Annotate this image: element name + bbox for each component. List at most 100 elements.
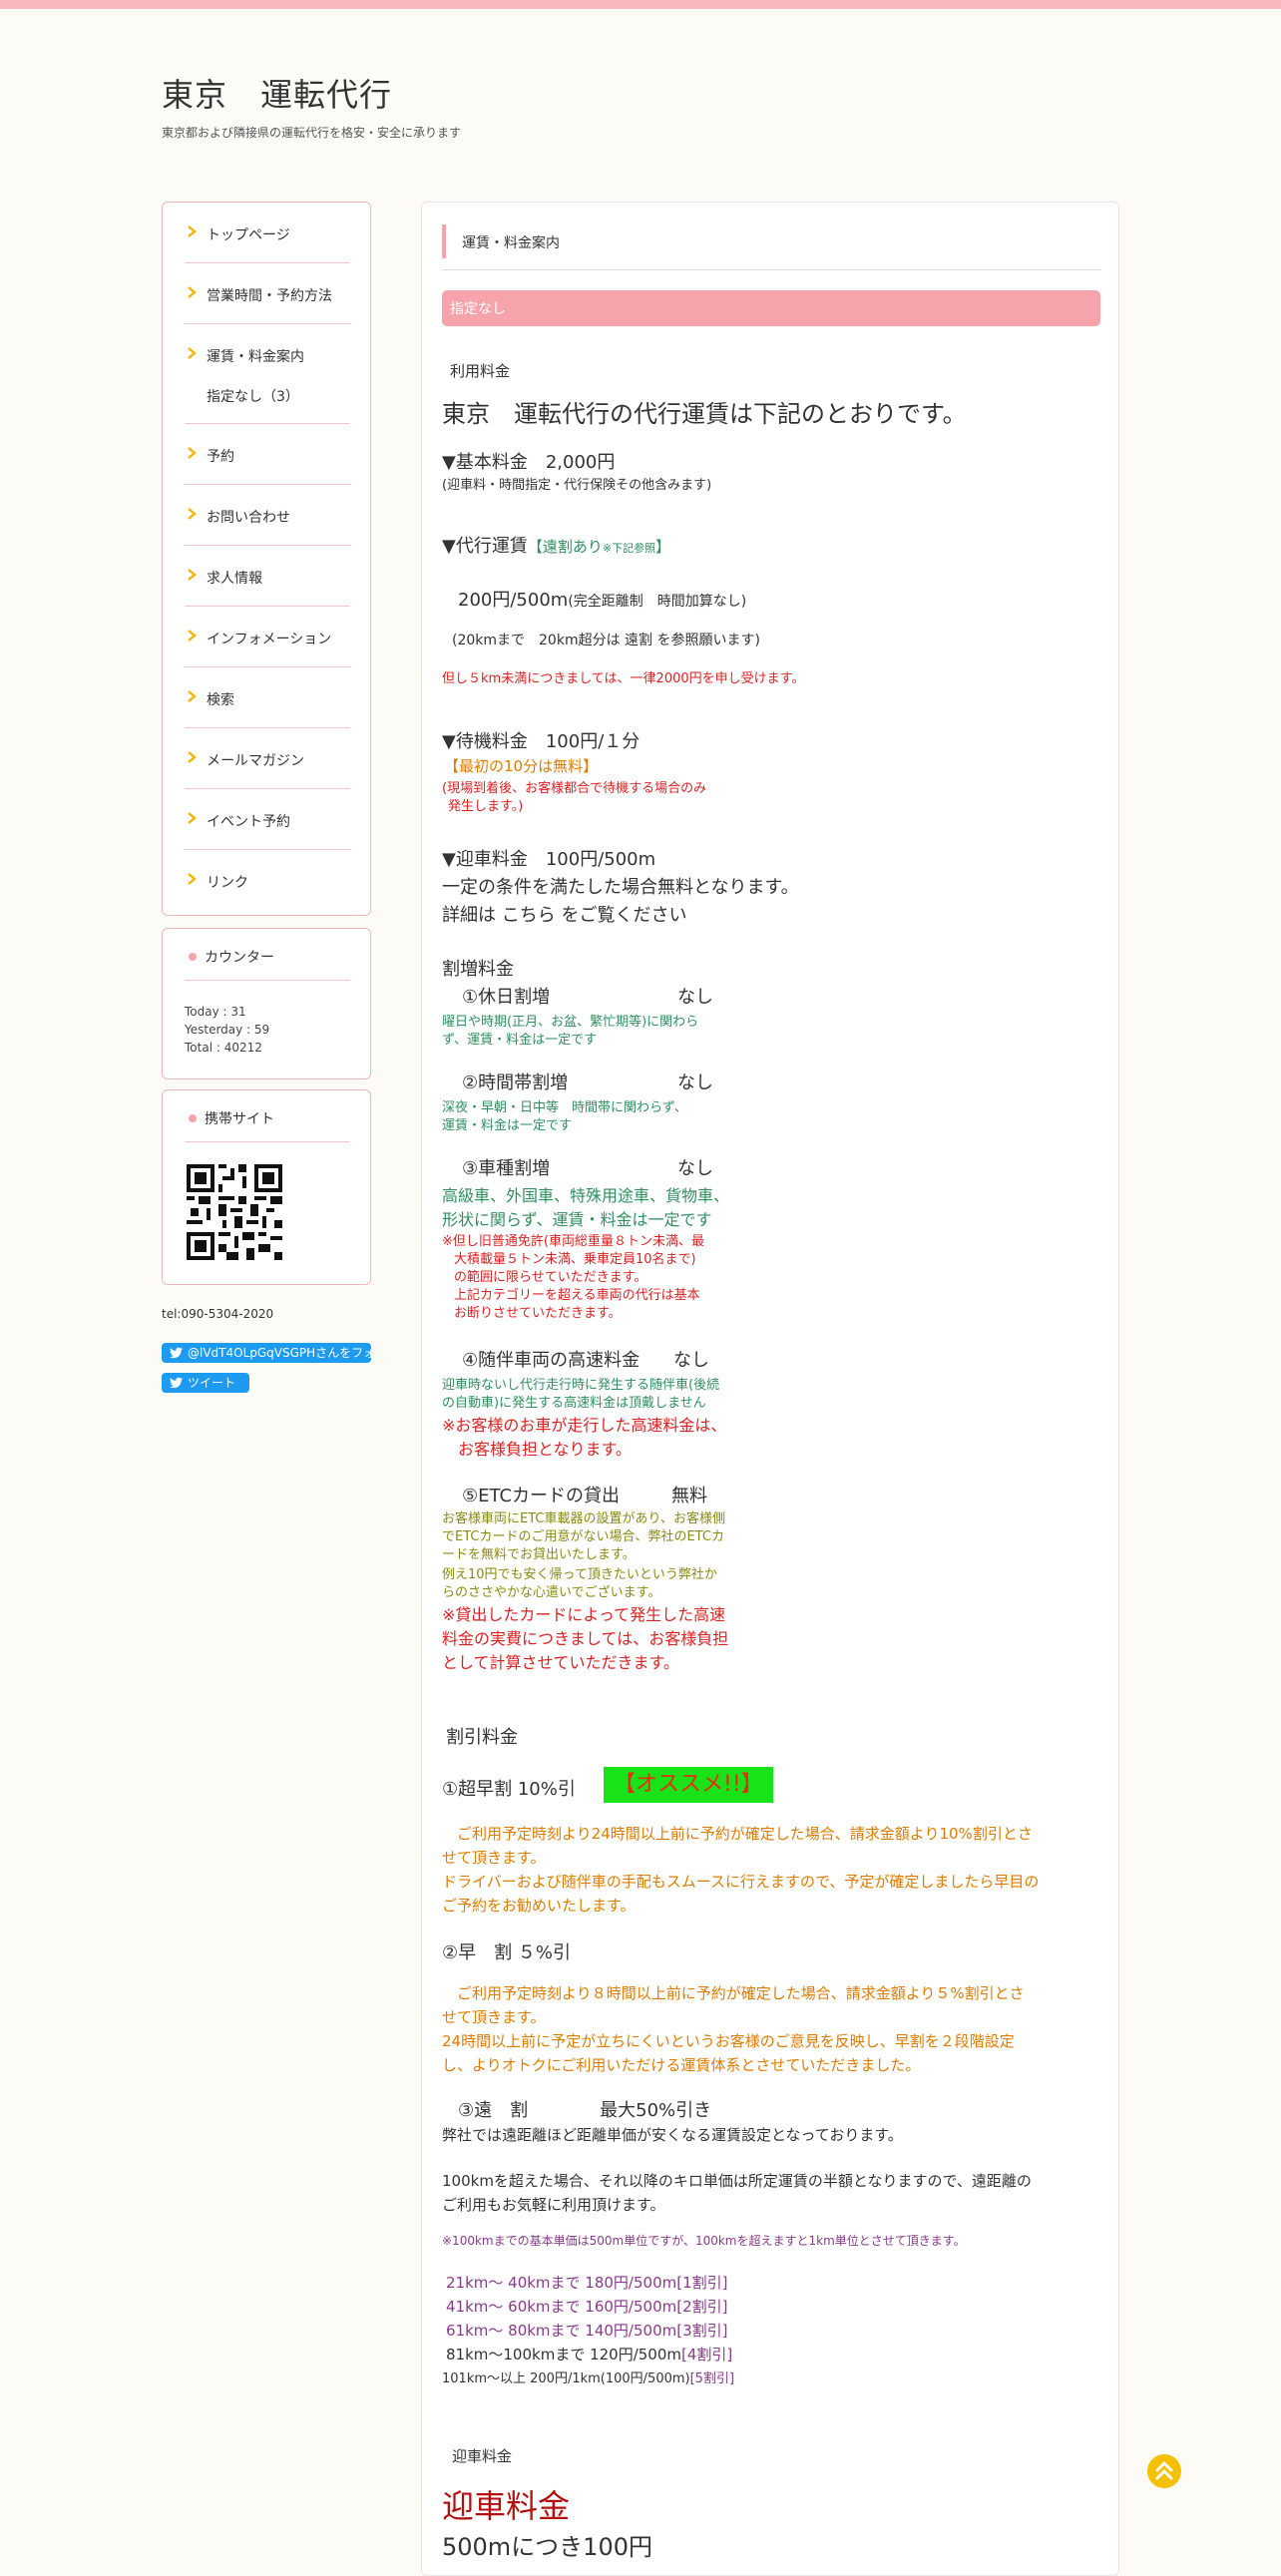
- wait-note-2: 発生します。): [448, 799, 524, 814]
- discount-2-text-1: ご利用予定時刻より８時間以上前に予約が確定した場合、請求金額より５%割引とさ: [442, 1984, 1025, 2002]
- pickup-big-heading: 迎車料金: [442, 2487, 571, 2525]
- surcharge-title: 割増料金: [442, 959, 514, 980]
- surcharge-5-note-2: でETCカードのご用意がない場合、弊社のETCカ: [442, 1529, 724, 1544]
- surcharge-4-note-2: の自動車)に発生する高速料金は頂戴しません: [442, 1396, 706, 1411]
- counter-title-text: カウンター: [205, 950, 274, 966]
- pickup-rate: 500mにつき100円: [442, 2533, 652, 2561]
- pickup-detail-link[interactable]: 詳細は こちら をご覧ください: [442, 901, 686, 927]
- discount-3-note: ※100kmまでの基本単価は500m単位ですが、100kmを超えますと1km単位…: [442, 2234, 966, 2248]
- discount-1-text-1: ご利用予定時刻より24時間以上前に予約が確定した場合、請求金額より10%割引とさ: [442, 1825, 1033, 1843]
- nav-item-search[interactable]: 検索: [185, 667, 350, 728]
- twitter-bird-icon: [170, 1377, 183, 1389]
- nav-item-links[interactable]: リンク: [185, 850, 350, 911]
- mobile-site-title-text: 携帯サイト: [205, 1111, 274, 1127]
- counter-today: Today : 31: [185, 1005, 246, 1019]
- surcharge-1-value: なし: [677, 987, 713, 1008]
- surcharge-3-title: ③車種割増: [462, 1158, 551, 1179]
- agency-fee-line: ▼代行運賃【遠割あり※下記参照】: [442, 532, 670, 558]
- tweet-button[interactable]: ツイート: [162, 1373, 249, 1393]
- chevron-right-icon: [188, 569, 197, 581]
- discount-2-text-4: し、よりオトクにご利用いただける運賃体系とさせていただきました。: [442, 2056, 921, 2074]
- category-bar: 指定なし: [442, 290, 1100, 326]
- site-title[interactable]: 東京 運転代行: [162, 70, 392, 116]
- chevron-right-icon: [188, 508, 197, 520]
- surcharge-2-note-2: 運賃・料金は一定です: [442, 1118, 573, 1133]
- surcharge-3-warn-3: の範囲に限らせていただきます。: [454, 1270, 647, 1285]
- nav-item-event[interactable]: イベント予約: [185, 789, 350, 850]
- tier-row-5-range: 101km～以上 200円/1km(100円/500m): [442, 2371, 690, 2386]
- nav-item-reserve[interactable]: 予約: [185, 424, 350, 485]
- tier-row-5: 101km～以上 200円/1km(100円/500m)[5割引]: [442, 2367, 734, 2386]
- nav-item-label: メールマガジン: [207, 753, 304, 769]
- contact-tel[interactable]: tel:090-5304-2020: [162, 1307, 273, 1321]
- nav-item-label: イベント予約: [207, 814, 290, 830]
- chevron-right-icon: [188, 630, 197, 642]
- site-description: 東京都および隣接県の運転代行を格安・安全に承ります: [162, 126, 462, 140]
- counter-box: カウンター Today : 31 Yesterday : 59 Total : …: [162, 928, 371, 1079]
- surcharge-5-note-1: お客様車両にETC車載器の設置があり、お客様側: [442, 1511, 725, 1526]
- surcharge-4-note-1: 迎車時ないし代行走行時に発生する随伴車(後続: [442, 1378, 720, 1393]
- twitter-follow-button[interactable]: @lVdT4OLpGqVSGPHさんをフォロー: [162, 1343, 371, 1363]
- discount-3-text-3: ご利用もお気軽に利用頂けます。: [442, 2196, 665, 2214]
- nav-item-top[interactable]: トップページ: [185, 203, 350, 263]
- pickup-fee: ▼迎車料金 100円/500m: [442, 849, 656, 870]
- surcharge-4-warn-1: ※お客様のお車が走行した高速料金は、: [442, 1416, 727, 1435]
- category-label: 指定なし: [450, 301, 506, 317]
- tier-row-3: 61km～ 80kmまで 140円/500m[3割引]: [446, 2322, 728, 2340]
- nav-item-label: 予約: [207, 449, 234, 465]
- per500-note2: (20kmまで 20km超分は 遠割 を参照願います): [452, 633, 760, 648]
- section-title-pickup: 迎車料金: [452, 2447, 513, 2465]
- chevron-right-icon: [188, 873, 197, 885]
- nav-item-contact[interactable]: お問い合わせ: [185, 485, 350, 546]
- counter-yesterday: Yesterday : 59: [185, 1023, 270, 1037]
- nav-item-jobs[interactable]: 求人情報: [185, 546, 350, 607]
- surcharge-2-note-1: 深夜・早朝・日中等 時間帯に関わらず、: [442, 1100, 687, 1115]
- surcharge-3-value: なし: [677, 1158, 713, 1179]
- nav-item-label: 検索: [207, 692, 234, 708]
- breadcrumb-accent: [442, 224, 446, 258]
- nav-subitem-unspecified[interactable]: 指定なし（3）: [207, 386, 299, 406]
- chevron-right-icon: [188, 751, 197, 763]
- scroll-to-top-button[interactable]: [1147, 2454, 1181, 2488]
- mobile-site-title: 携帯サイト: [185, 1108, 350, 1142]
- nav-item-label: リンク: [207, 875, 248, 891]
- surcharge-3-note-2: 形状に関らず、運賃・料金は一定です: [442, 1210, 712, 1229]
- qr-code-icon[interactable]: [187, 1164, 282, 1260]
- breadcrumb: 運賃・料金案内: [442, 224, 1100, 270]
- counter-total: Total : 40212: [185, 1041, 262, 1055]
- nav-item-mail-magazine[interactable]: メールマガジン: [185, 728, 350, 789]
- nav-item-label: トップページ: [207, 227, 290, 243]
- page-heading: 東京 運転代行の代行運賃は下記のとおりです。: [442, 400, 967, 428]
- surcharge-3-warn-2: 大積載量５トン未満、乗車定員10名まで): [454, 1252, 696, 1267]
- discount-3-text-2: 100kmを超えた場合、それ以降のキロ単価は所定運賃の半額となりますので、遠距離…: [442, 2172, 1032, 2190]
- surcharge-5-warn-2: 料金の実費につきましては、お客様負担: [442, 1629, 729, 1648]
- chevron-right-icon: [188, 225, 197, 237]
- agency-fee-badge-end: 】: [655, 538, 671, 556]
- chevron-up-icon: [1155, 2461, 1173, 2480]
- nav-item-information[interactable]: インフォメーション: [185, 607, 350, 667]
- chevron-right-icon: [188, 286, 197, 298]
- tier-row-4-discount: [4割引]: [681, 2346, 733, 2363]
- surcharge-5-note-5: らのささやかな心遣いでございます。: [442, 1585, 661, 1600]
- sidebar-nav: トップページ 営業時間・予約方法 運賃・料金案内 指定なし（3） 予約 お問い合…: [162, 202, 371, 916]
- wait-note-1: (現場到着後、お客様都合で待機する場合のみ: [442, 781, 707, 796]
- wait-free-note: 【最初の10分は無料】: [444, 757, 599, 775]
- counter-title: カウンター: [185, 947, 350, 981]
- agency-fee-badge-note: ※下記参照: [602, 542, 656, 555]
- main-content: 運賃・料金案内 指定なし 利用料金 東京 運転代行の代行運賃は下記のとおりです。…: [421, 202, 1119, 2576]
- breadcrumb-text: 運賃・料金案内: [462, 235, 560, 251]
- discount-1-text-4: ご予約をお勧めいたします。: [442, 1897, 636, 1915]
- surcharge-5-value: 無料: [671, 1486, 707, 1506]
- under5km-note: 但し５km未満につきましては、一律2000円を申し受けます。: [442, 671, 805, 686]
- nav-item-fares[interactable]: 運賃・料金案内 指定なし（3）: [185, 324, 350, 424]
- pickup-condition: 一定の条件を満たした場合無料となります。: [442, 877, 799, 898]
- surcharge-1-note-2: ず、運賃・料金は一定です: [442, 1033, 598, 1048]
- surcharge-2-title: ②時間帯割増: [462, 1073, 569, 1093]
- surcharge-5-note-4: 例え10円でも安く帰って頂きたいという弊社か: [442, 1567, 717, 1582]
- surcharge-2-value: なし: [677, 1073, 713, 1093]
- surcharge-4-title: ④随伴車両の高速料金: [462, 1350, 640, 1371]
- per500-note: (完全距離制 時間加算なし): [568, 594, 747, 610]
- tier-row-1: 21km～ 40kmまで 180円/500m[1割引]: [446, 2274, 728, 2292]
- nav-item-hours[interactable]: 営業時間・予約方法: [185, 263, 350, 324]
- mobile-site-box: 携帯サイト: [162, 1089, 371, 1285]
